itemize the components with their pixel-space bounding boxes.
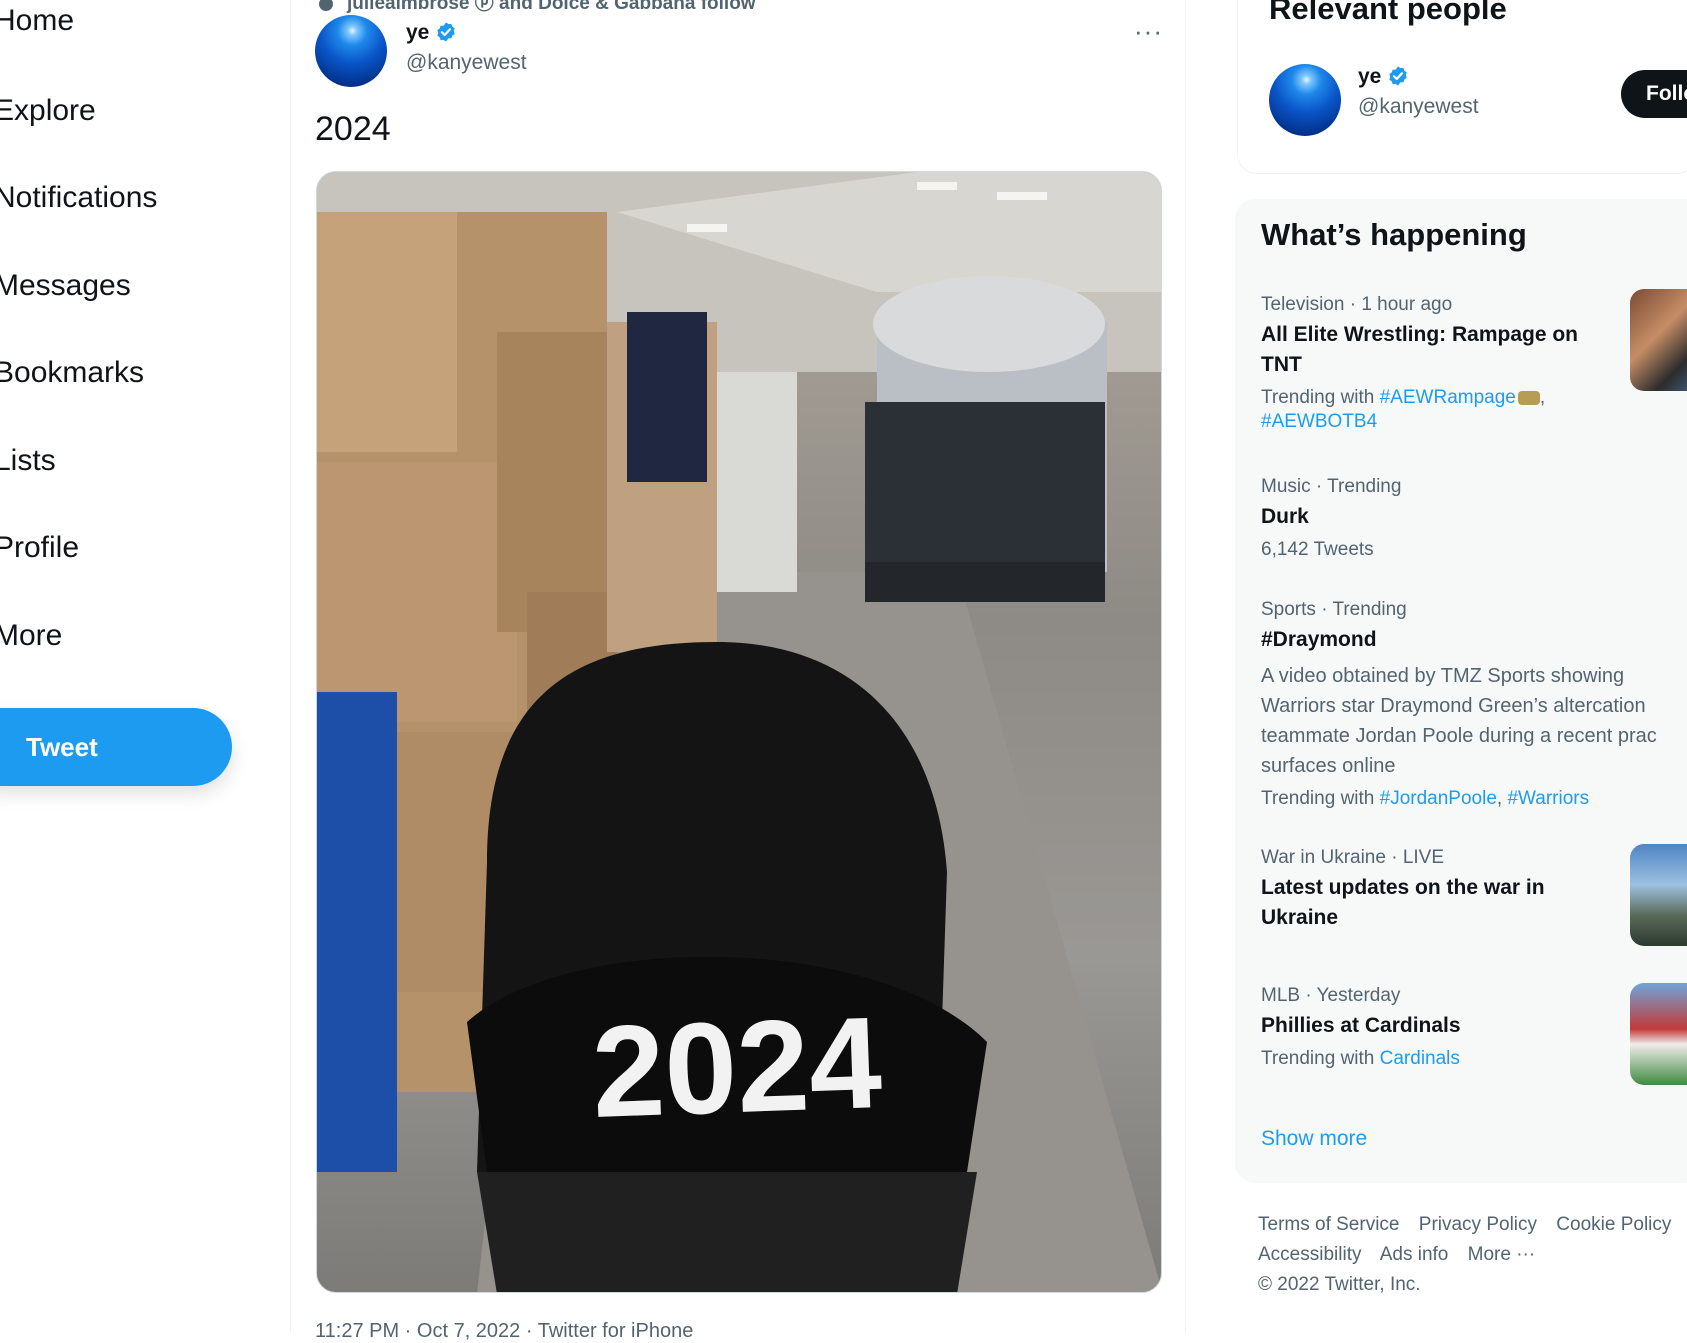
- avatar[interactable]: [315, 15, 387, 87]
- tweet-detail: juliealmbrose ⓟ and Dolce & Gabbana foll…: [290, 0, 1186, 1342]
- nav-notifications[interactable]: Notifications: [0, 181, 157, 215]
- relevant-people-panel: Relevant people ye @kanyewest Follow: [1237, 0, 1687, 174]
- more-options-icon[interactable]: ···: [1134, 16, 1163, 47]
- nav-home[interactable]: Home: [0, 4, 74, 38]
- hashtag-link[interactable]: #Warriors: [1507, 788, 1589, 809]
- sidebar: Relevant people ye @kanyewest Follow Wha…: [1230, 0, 1687, 1333]
- trend-item[interactable]: War in Ukraine · LIVE Latest updates on …: [1261, 847, 1545, 933]
- footer-link[interactable]: Cookie Policy: [1556, 1214, 1671, 1235]
- copyright: © 2022 Twitter, Inc.: [1258, 1274, 1421, 1295]
- belt-emoji-icon: [1517, 390, 1540, 405]
- footer-link[interactable]: Terms of Service: [1258, 1214, 1399, 1235]
- footer-link[interactable]: Ads info: [1380, 1244, 1449, 1265]
- verified-badge-icon: [437, 22, 456, 42]
- footer-more-link[interactable]: More ···: [1468, 1244, 1536, 1265]
- social-context: juliealmbrose ⓟ and Dolce & Gabbana foll…: [319, 0, 756, 15]
- hat-text: 2024: [590, 989, 884, 1145]
- footer: Terms of Service Privacy Policy Cookie P…: [1258, 1210, 1685, 1300]
- nav-messages[interactable]: Messages: [0, 269, 131, 303]
- trend-item[interactable]: Television · 1 hour ago All Elite Wrestl…: [1261, 294, 1578, 434]
- tweet-button[interactable]: Tweet: [0, 708, 232, 786]
- footer-link[interactable]: Accessibility: [1258, 1244, 1361, 1265]
- avatar[interactable]: [1269, 64, 1341, 136]
- warehouse-hat-image: 2024: [317, 172, 1161, 1292]
- hashtag-link[interactable]: #AEWRampage: [1380, 387, 1516, 408]
- verified-badge-icon: [1389, 66, 1408, 86]
- whats-happening-title: What’s happening: [1261, 217, 1527, 252]
- nav-more[interactable]: More: [0, 619, 62, 653]
- trend-thumbnail[interactable]: [1630, 289, 1687, 391]
- tweet-author-name[interactable]: ye: [406, 21, 457, 45]
- follow-button[interactable]: Follow: [1621, 70, 1687, 118]
- person-icon: [319, 0, 333, 11]
- nav-profile[interactable]: Profile: [0, 531, 79, 565]
- whats-happening-panel: What’s happening Television · 1 hour ago…: [1235, 199, 1687, 1183]
- relevant-person-name[interactable]: ye: [1358, 65, 1409, 89]
- relevant-people-title: Relevant people: [1269, 0, 1507, 26]
- left-navigation: Home Explore Notifications Messages Book…: [0, 0, 290, 1333]
- trend-item[interactable]: Sports · Trending #Draymond A video obta…: [1261, 599, 1687, 811]
- tweet-text: 2024: [315, 110, 391, 148]
- nav-bookmarks[interactable]: Bookmarks: [0, 356, 144, 390]
- trend-thumbnail[interactable]: [1630, 983, 1687, 1085]
- relevant-person-handle[interactable]: @kanyewest: [1358, 95, 1479, 119]
- tweet-timestamp[interactable]: 11:27 PM · Oct 7, 2022 · Twitter for iPh…: [315, 1320, 693, 1343]
- trend-item[interactable]: Music · Trending Durk 6,142 Tweets: [1261, 476, 1401, 562]
- show-more-link[interactable]: Show more: [1261, 1127, 1367, 1151]
- trend-thumbnail[interactable]: [1630, 844, 1687, 946]
- hashtag-link[interactable]: Cardinals: [1380, 1048, 1460, 1069]
- tweet-author-handle[interactable]: @kanyewest: [406, 51, 527, 75]
- hashtag-link[interactable]: #AEWBOTB4: [1261, 411, 1377, 432]
- nav-lists[interactable]: Lists: [0, 444, 56, 478]
- tweet-photo[interactable]: 2024: [316, 171, 1162, 1293]
- hashtag-link[interactable]: #JordanPoole: [1380, 788, 1497, 809]
- nav-explore[interactable]: Explore: [0, 94, 96, 128]
- trend-item[interactable]: MLB · Yesterday Phillies at Cardinals Tr…: [1261, 985, 1461, 1071]
- footer-link[interactable]: Privacy Policy: [1419, 1214, 1537, 1235]
